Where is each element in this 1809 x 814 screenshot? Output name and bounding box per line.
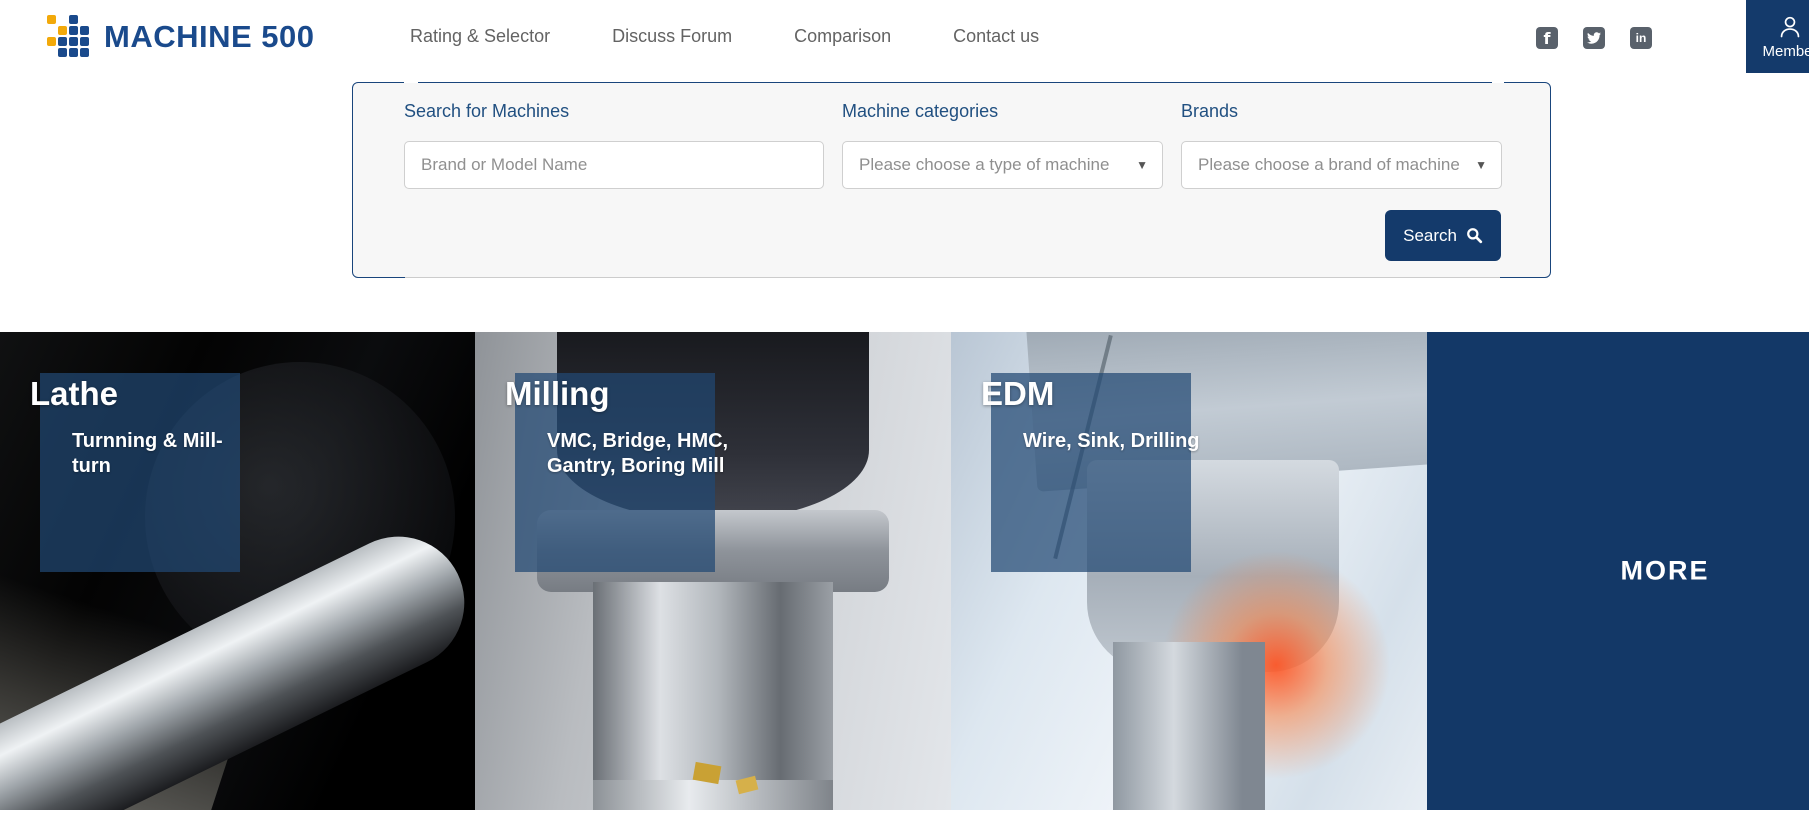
machine-categories-label: Machine categories xyxy=(842,101,999,121)
search-input[interactable] xyxy=(404,141,824,189)
logo-mosaic-icon xyxy=(47,15,90,58)
twitter-icon[interactable] xyxy=(1583,27,1605,49)
brands-select[interactable]: Please choose a brand of machine ▼ xyxy=(1181,141,1502,189)
member-label: Member xyxy=(1762,42,1809,60)
panel-border-gap-right xyxy=(1492,82,1504,83)
category-subtitle-milling: VMC, Bridge, HMC, Gantry, Boring Mill xyxy=(547,430,729,477)
brands-label: Brands xyxy=(1181,101,1239,121)
logo-text: MACHINE 500 xyxy=(104,18,315,54)
category-title-milling: Milling xyxy=(505,375,610,412)
page: MACHINE 500 Rating & Selector Discuss Fo… xyxy=(0,0,1809,814)
brands-value: Please choose a brand of machine xyxy=(1198,155,1460,174)
bottom-strip xyxy=(0,810,1809,814)
nav-item-comparison[interactable]: Comparison xyxy=(794,26,891,47)
search-button-label: Search xyxy=(1403,225,1457,245)
chevron-down-icon: ▼ xyxy=(1475,158,1487,172)
category-title-lathe: Lathe xyxy=(30,375,119,412)
machine-categories-value: Please choose a type of machine xyxy=(859,155,1110,174)
hero-panel-edm[interactable]: EDM Wire, Sink, Drilling xyxy=(951,332,1427,810)
nav-item-contact-us[interactable]: Contact us xyxy=(953,26,1039,47)
search-icon xyxy=(1467,228,1483,244)
brand-logo[interactable]: MACHINE 500 xyxy=(47,15,315,58)
search-field-group: Search for Machines xyxy=(404,100,824,189)
hero-panel-lathe[interactable]: Lathe Turnning & Mill- turn xyxy=(0,332,475,810)
category-subtitle-edm: Wire, Sink, Drilling xyxy=(1023,430,1200,452)
chevron-down-icon: ▼ xyxy=(1136,158,1148,172)
search-for-machines-label: Search for Machines xyxy=(404,101,570,121)
categories-field-group: Machine categories Please choose a type … xyxy=(842,100,1163,189)
panel-border-accent xyxy=(405,277,1500,278)
category-title-edm: EDM xyxy=(981,375,1055,412)
linkedin-icon[interactable]: in xyxy=(1630,27,1652,49)
main-nav: Rating & Selector Discuss Forum Comparis… xyxy=(410,0,1039,73)
brands-field-group: Brands Please choose a brand of machine … xyxy=(1181,100,1502,189)
facebook-icon[interactable]: f xyxy=(1536,27,1558,49)
nav-item-discuss-forum[interactable]: Discuss Forum xyxy=(612,26,732,47)
hero-panel-milling[interactable]: Milling VMC, Bridge, HMC, Gantry, Boring… xyxy=(475,332,951,810)
member-button[interactable]: Member xyxy=(1746,0,1809,73)
milling-cutter-tip-shape xyxy=(593,780,833,810)
machine-categories-select[interactable]: Please choose a type of machine ▼ xyxy=(842,141,1163,189)
logo-mosaic-squares xyxy=(47,15,56,24)
machine-search-panel: Search for Machines Machine categories P… xyxy=(352,82,1551,278)
nav-item-rating-selector[interactable]: Rating & Selector xyxy=(410,26,550,47)
page-header: MACHINE 500 Rating & Selector Discuss Fo… xyxy=(0,0,1809,73)
hero-panel-more[interactable]: MORE xyxy=(1427,332,1809,810)
more-label: MORE xyxy=(1620,555,1710,586)
panel-border-gap-left xyxy=(404,82,418,83)
edm-workpiece-shape xyxy=(1113,642,1265,810)
hero-categories: Lathe Turnning & Mill- turn Milling VMC,… xyxy=(0,332,1809,810)
person-icon xyxy=(1780,16,1800,37)
social-links: f in xyxy=(1536,27,1652,49)
category-subtitle-lathe: Turnning & Mill- turn xyxy=(72,430,223,477)
search-button[interactable]: Search xyxy=(1385,210,1501,261)
